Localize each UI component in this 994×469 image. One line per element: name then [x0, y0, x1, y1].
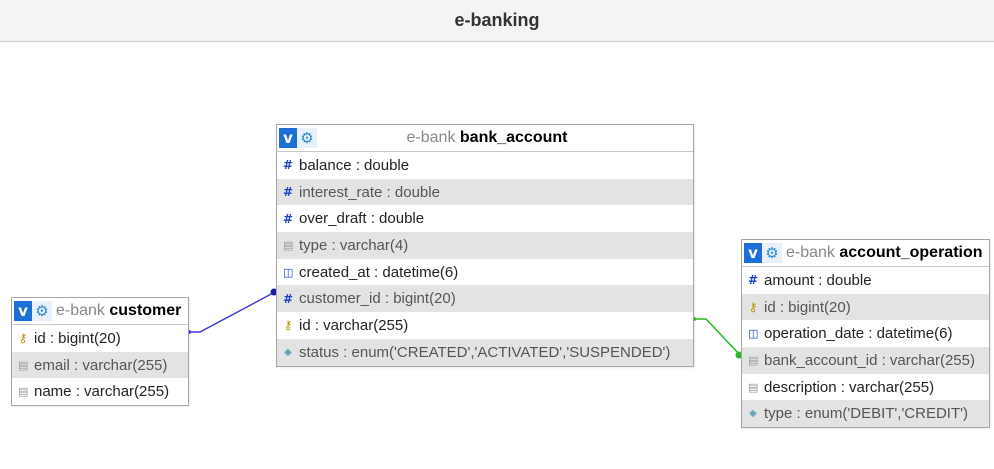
column-label: operation_date : datetime(6): [764, 325, 953, 343]
column-row[interactable]: # over_draft : double: [277, 205, 693, 232]
column-row[interactable]: ▤ description : varchar(255): [742, 374, 989, 401]
table-options-button[interactable]: v: [744, 243, 762, 263]
column-row[interactable]: ▤ name : varchar(255): [12, 378, 188, 405]
datetime-icon: ◫: [748, 327, 759, 341]
varchar-icon: ▤: [18, 385, 29, 399]
column-label: created_at : datetime(6): [299, 263, 459, 281]
numeric-icon: #: [748, 273, 759, 288]
table-name: account_operation: [839, 244, 983, 261]
column-label: balance : double: [299, 156, 410, 174]
column-label: type : varchar(4): [299, 236, 409, 254]
column-row[interactable]: # interest_rate : double: [277, 178, 693, 206]
schema-name: e-bank: [786, 244, 835, 261]
column-label: id : varchar(255): [299, 316, 409, 334]
varchar-icon: ▤: [18, 358, 29, 372]
numeric-icon: #: [283, 211, 294, 226]
table-account-operation[interactable]: v ⚙ e-bank account_operation # amount : …: [741, 239, 990, 429]
column-label: email : varchar(255): [34, 356, 168, 374]
column-row[interactable]: ◆ type : enum('DEBIT','CREDIT'): [742, 400, 989, 428]
datetime-icon: ◫: [283, 265, 294, 279]
gear-icon[interactable]: ⚙: [32, 301, 52, 321]
gear-icon[interactable]: ⚙: [297, 128, 317, 148]
table-title: e-bank bank_account: [321, 129, 693, 147]
column-row[interactable]: ▤ bank_account_id : varchar(255): [742, 347, 989, 374]
column-row[interactable]: # amount : double: [742, 267, 989, 294]
table-title: e-bank customer: [56, 302, 181, 320]
column-row[interactable]: # balance : double: [277, 152, 693, 179]
column-label: interest_rate : double: [299, 183, 440, 201]
gear-icon[interactable]: ⚙: [762, 243, 782, 263]
column-label: type : enum('DEBIT','CREDIT'): [764, 405, 968, 423]
column-label: amount : double: [764, 271, 872, 289]
designer-title-bar: e-banking: [0, 0, 994, 42]
column-label: bank_account_id : varchar(255): [764, 351, 975, 369]
table-title: e-bank account_operation: [786, 244, 983, 262]
table-header[interactable]: v ⚙ e-bank account_operation: [742, 240, 989, 267]
table-header[interactable]: v ⚙ e-bank customer: [12, 298, 188, 325]
column-row[interactable]: ⚷ id : varchar(255): [277, 312, 693, 339]
column-label: over_draft : double: [299, 210, 425, 228]
column-row[interactable]: ▤ email : varchar(255): [12, 351, 188, 379]
numeric-icon: #: [283, 158, 294, 173]
column-row[interactable]: ◫ operation_date : datetime(6): [742, 320, 989, 347]
table-name: bank_account: [459, 129, 568, 146]
column-label: status : enum('CREATED','ACTIVATED','SUS…: [299, 343, 671, 361]
varchar-icon: ▤: [748, 353, 759, 367]
key-icon: ⚷: [748, 300, 758, 315]
table-customer[interactable]: v ⚙ e-bank customer ⚷ id : bigint(20) ▤ …: [11, 297, 189, 407]
numeric-icon: #: [283, 185, 294, 200]
column-row[interactable]: ▤ type : varchar(4): [277, 232, 693, 259]
column-row[interactable]: ◆ status : enum('CREATED','ACTIVATED','S…: [277, 338, 693, 366]
enum-icon: ◆: [284, 346, 292, 358]
table-options-button[interactable]: v: [14, 301, 32, 321]
schema-name: e-bank: [406, 129, 456, 146]
numeric-icon: #: [283, 291, 294, 306]
table-name: customer: [109, 302, 182, 319]
column-label: id : bigint(20): [764, 298, 851, 316]
varchar-icon: ▤: [748, 380, 759, 394]
page-title: e-banking: [454, 10, 540, 30]
column-row[interactable]: ⚷ id : bigint(20): [742, 293, 989, 321]
relation-customer-bank-account[interactable]: [189, 291, 276, 333]
relation-bank-account-operation[interactable]: [694, 318, 741, 356]
column-row[interactable]: # customer_id : bigint(20): [277, 285, 693, 313]
column-row[interactable]: ⚷ id : bigint(20): [12, 325, 188, 352]
column-label: description : varchar(255): [764, 378, 935, 396]
schema-name: e-bank: [56, 302, 105, 319]
table-bank-account[interactable]: v ⚙ e-bank bank_account # balance : doub…: [276, 124, 694, 367]
table-header[interactable]: v ⚙ e-bank bank_account: [277, 125, 693, 152]
enum-icon: ◆: [749, 408, 757, 420]
key-icon: ⚷: [18, 331, 28, 346]
varchar-icon: ▤: [283, 238, 294, 252]
column-label: customer_id : bigint(20): [299, 290, 456, 308]
key-icon: ⚷: [283, 318, 293, 333]
column-label: id : bigint(20): [34, 329, 121, 347]
table-options-button[interactable]: v: [279, 128, 297, 148]
column-row[interactable]: ◫ created_at : datetime(6): [277, 259, 693, 286]
column-label: name : varchar(255): [34, 383, 170, 401]
